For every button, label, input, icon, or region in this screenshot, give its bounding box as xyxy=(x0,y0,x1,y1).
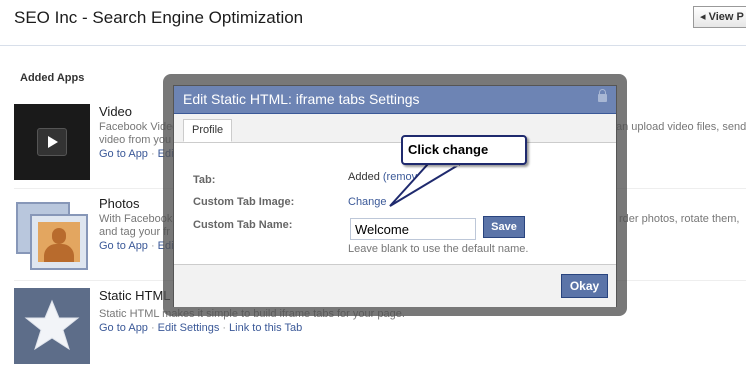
header-divider xyxy=(0,45,746,46)
custom-tab-name-label: Custom Tab Name: xyxy=(193,219,293,231)
link-to-tab-link[interactable]: Link to this Tab xyxy=(229,322,302,334)
go-to-app-link[interactable]: Go to App xyxy=(99,148,148,160)
view-page-button[interactable]: ◂ View P xyxy=(693,6,746,28)
dialog-header: Edit Static HTML: iframe tabs Settings xyxy=(174,86,616,114)
photos-thumbnail[interactable] xyxy=(14,196,90,272)
change-image-link[interactable]: Change xyxy=(348,196,387,208)
section-title: Added Apps xyxy=(20,72,85,84)
edit-settings-link[interactable]: Edit Settings xyxy=(158,322,220,334)
tab-profile[interactable]: Profile xyxy=(183,119,233,142)
go-to-app-link[interactable]: Go to App xyxy=(99,322,148,334)
app-name: Video xyxy=(99,104,133,119)
callout-box: Click change xyxy=(401,135,527,165)
tab-status-value: Added xyxy=(348,171,380,183)
page-title: SEO Inc - Search Engine Optimization xyxy=(14,8,304,27)
custom-tab-name-input[interactable] xyxy=(350,218,476,240)
play-icon xyxy=(37,128,67,156)
tab-name-hint: Leave blank to use the default name. xyxy=(348,243,529,255)
app-name: Photos xyxy=(99,196,140,211)
app-description-right: rder photos, rotate them, xyxy=(619,213,740,225)
video-thumbnail[interactable] xyxy=(14,104,90,180)
tab-label: Tab: xyxy=(193,174,216,186)
go-to-app-link[interactable]: Go to App xyxy=(99,240,148,252)
static-html-thumbnail[interactable] xyxy=(14,288,90,364)
okay-button[interactable]: Okay xyxy=(561,274,608,298)
callout-text: Click change xyxy=(408,142,489,157)
photo-frame-icon xyxy=(30,214,88,270)
dialog-tabbar: Profile xyxy=(174,114,616,143)
callout-pointer xyxy=(389,163,464,207)
lock-icon xyxy=(598,89,607,102)
dialog-title: Edit Static HTML: iframe tabs Settings xyxy=(183,91,420,107)
app-name: Static HTML xyxy=(99,288,171,303)
app-description-right: an upload video files, send xyxy=(616,121,746,133)
save-button[interactable]: Save xyxy=(483,216,525,238)
star-icon xyxy=(24,299,80,351)
custom-tab-image-label: Custom Tab Image: xyxy=(193,196,295,208)
dialog-footer xyxy=(174,264,616,307)
